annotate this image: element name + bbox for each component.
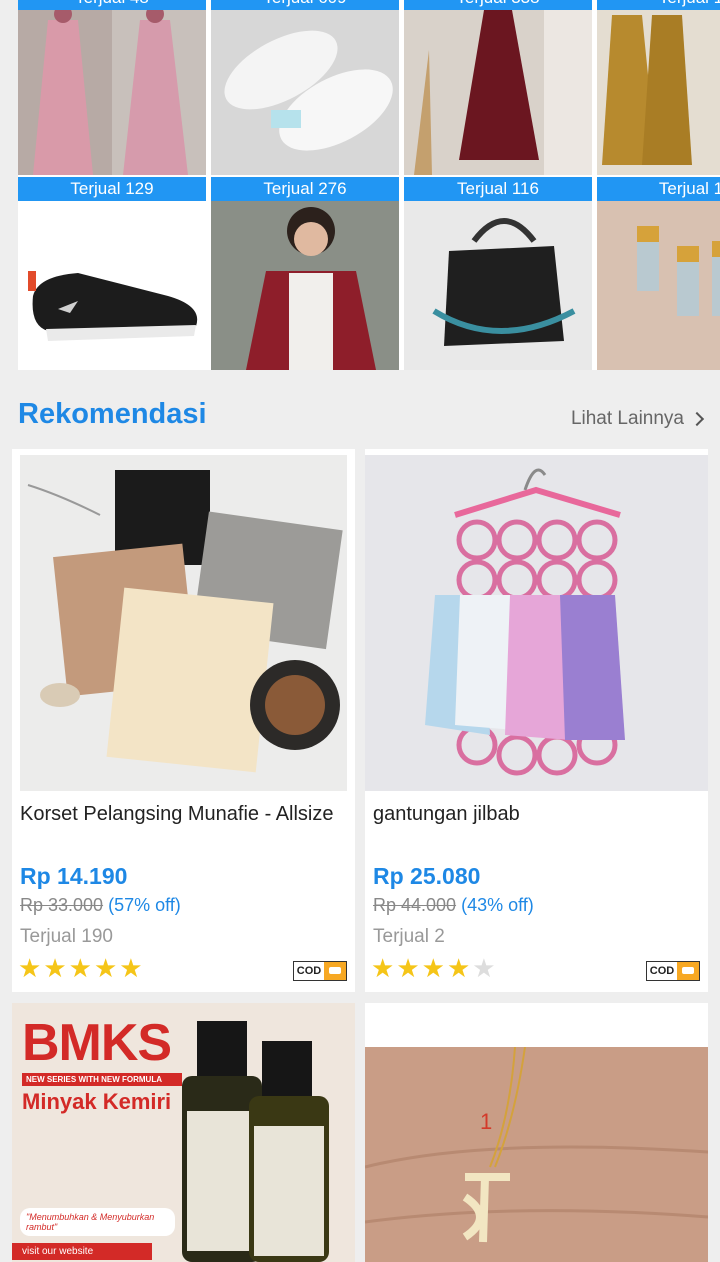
- bmks-logo: BMKS: [22, 1014, 172, 1072]
- sold-count: Terjual 190: [20, 926, 113, 947]
- bmks-tagline: NEW SERIES WITH NEW FORMULA: [22, 1073, 182, 1086]
- delivery-truck-icon: [677, 962, 699, 980]
- sold-count-label: Terjual 116: [404, 177, 592, 201]
- item-number-label: 1: [480, 1109, 493, 1134]
- cod-badge: COD: [646, 961, 700, 981]
- product-card[interactable]: BMKS NEW SERIES WITH NEW FORMULA Minyak …: [12, 1003, 355, 1262]
- best-seller-item[interactable]: Terjual 276: [211, 177, 399, 370]
- bmks-quote: "Menumbuhkan & Menyuburkan rambut": [20, 1208, 175, 1236]
- bmks-product-title: Minyak Kemiri: [22, 1089, 172, 1114]
- star-icon: ★: [472, 953, 496, 983]
- best-seller-item[interactable]: Terjual 129: [18, 177, 206, 370]
- product-image: 1: [365, 1003, 708, 1262]
- sold-count: Terjual 2: [373, 926, 445, 947]
- sold-count-label: Terjual 338: [404, 0, 592, 10]
- product-image: [20, 455, 347, 791]
- maroon-dress-photo: [404, 0, 592, 175]
- oil-bottles-graphic: [182, 1021, 329, 1262]
- star-icon: ★: [119, 953, 143, 983]
- discount-percent: (43% off): [461, 895, 534, 915]
- cod-label: COD: [649, 965, 675, 977]
- product-image: [365, 455, 708, 791]
- star-icon: ★: [43, 953, 67, 983]
- product-image: BMKS NEW SERIES WITH NEW FORMULA Minyak …: [12, 1003, 355, 1262]
- black-slip-on-shoe-photo: [18, 201, 206, 370]
- white-sneaker-photo: [211, 0, 399, 175]
- black-handbag-photo: [404, 201, 592, 370]
- original-price: Rp 44.000: [373, 895, 457, 915]
- product-card[interactable]: gantungan jilbab Rp 25.080 Rp 44.000 (43…: [365, 449, 708, 992]
- section-title: Rekomendasi: [18, 398, 207, 430]
- sold-count-label: Terjual 276: [211, 177, 399, 201]
- product-card[interactable]: Korset Pelangsing Munafie - Allsize Rp 1…: [12, 449, 355, 992]
- rating-stars: ★ ★ ★ ★ ★: [371, 954, 496, 982]
- bmks-website-banner: visit our website: [12, 1243, 152, 1260]
- sold-count-label: Terjual 1: [597, 0, 720, 10]
- cod-label: COD: [296, 965, 322, 977]
- original-price-row: Rp 44.000 (43% off): [373, 895, 534, 916]
- see-more-link[interactable]: Lihat Lainnya: [570, 408, 705, 430]
- perfume-bottles-photo: [597, 201, 720, 370]
- product-name: Korset Pelangsing Munafie - Allsize: [20, 803, 334, 825]
- original-price-row: Rp 33.000 (57% off): [20, 895, 181, 916]
- see-more-label: Lihat Lainnya: [570, 408, 684, 429]
- best-seller-row-2: Terjual 129 Terjual 276 Terjual 116 Terj…: [18, 177, 720, 370]
- mustard-outfit-photo: [597, 0, 720, 175]
- star-icon: ★: [446, 953, 471, 983]
- discount-percent: (57% off): [108, 895, 181, 915]
- necklace-in-hand-graphic: [365, 1047, 708, 1262]
- sold-count-label: Terjual 609: [211, 0, 399, 10]
- product-card[interactable]: 1: [365, 1003, 708, 1262]
- sold-count-label: Terjual 48: [18, 0, 206, 10]
- best-seller-strip: Terjual 48 Terjual 609 Terjual 338: [18, 0, 720, 370]
- star-icon: ★: [421, 953, 445, 983]
- star-icon: ★: [371, 953, 395, 983]
- sold-count-label: Terjual 1: [597, 177, 720, 201]
- product-price: Rp 14.190: [20, 863, 128, 889]
- star-icon: ★: [93, 953, 118, 983]
- star-icon: ★: [68, 953, 92, 983]
- best-seller-item[interactable]: Terjual 48: [18, 0, 206, 175]
- delivery-truck-icon: [324, 962, 346, 980]
- original-price: Rp 33.000: [20, 895, 104, 915]
- best-seller-item[interactable]: Terjual 1: [597, 177, 720, 370]
- product-name: gantungan jilbab: [373, 803, 520, 825]
- best-seller-item[interactable]: Terjual 1: [597, 0, 720, 175]
- star-icon: ★: [396, 953, 420, 983]
- rating-stars: ★ ★ ★ ★ ★: [18, 954, 143, 982]
- sold-count-label: Terjual 129: [18, 177, 206, 201]
- pink-dress-photo: [18, 0, 206, 175]
- best-seller-item[interactable]: Terjual 116: [404, 177, 592, 370]
- best-seller-item[interactable]: Terjual 338: [404, 0, 592, 175]
- star-icon: ★: [18, 953, 42, 983]
- product-price: Rp 25.080: [373, 863, 481, 889]
- best-seller-item[interactable]: Terjual 609: [211, 0, 399, 175]
- cod-badge: COD: [293, 961, 347, 981]
- chevron-right-icon: [689, 411, 705, 427]
- best-seller-row-1: Terjual 48 Terjual 609 Terjual 338: [18, 0, 720, 175]
- red-cardigan-photo: [211, 201, 399, 370]
